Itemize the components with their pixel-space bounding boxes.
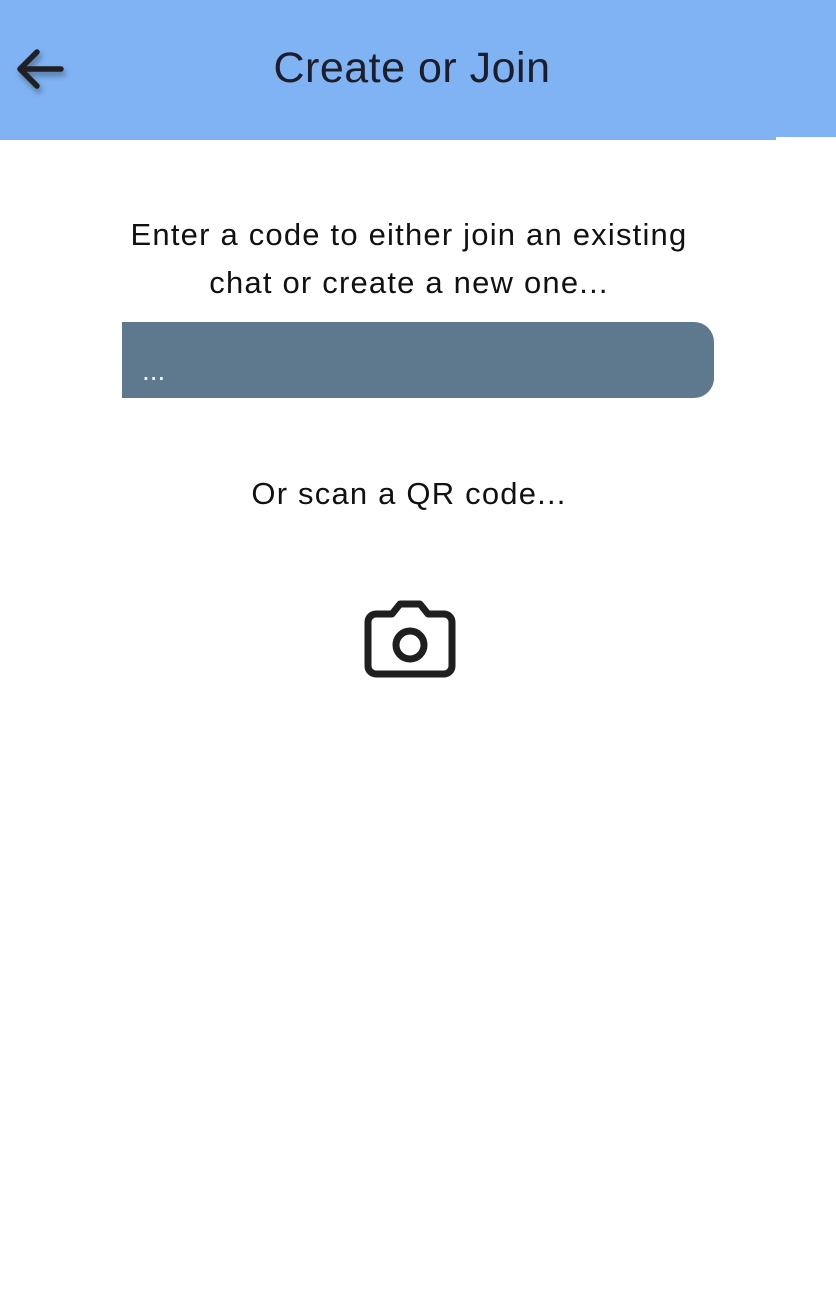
code-input[interactable]: [122, 322, 714, 398]
camera-icon: [364, 600, 456, 678]
page-title: Create or Join: [273, 44, 551, 92]
code-input-container: [122, 322, 714, 398]
scan-qr-label: Or scan a QR code...: [251, 476, 567, 511]
instructions-text: Enter a code to either join an existing …: [130, 217, 688, 300]
scan-qr-button[interactable]: [358, 596, 462, 684]
